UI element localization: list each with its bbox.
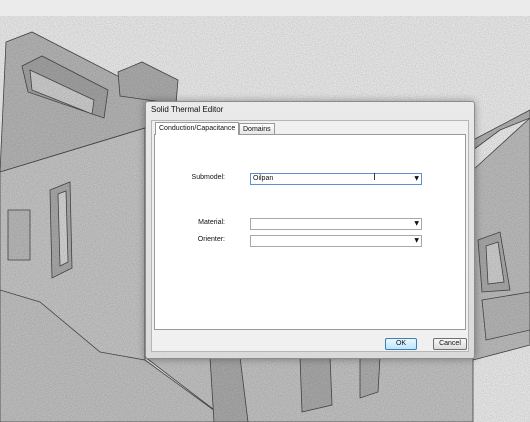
dialog-title: Solid Thermal Editor [151,105,224,114]
chevron-down-icon[interactable]: ▼ [414,236,419,246]
orienter-label: Orienter: [197,236,225,243]
dialog-titlebar[interactable]: Solid Thermal Editor [146,102,474,119]
tab-conduction-capacitance[interactable]: Conduction/Capacitance [155,122,240,135]
solid-thermal-editor-dialog[interactable]: Solid Thermal Editor Conduction/Capacita… [145,101,475,359]
material-label: Material: [198,219,225,226]
dialog-client-area: Conduction/Capacitance Domains Submodel:… [151,120,469,352]
chevron-down-icon[interactable]: ▼ [414,174,419,184]
cancel-button[interactable]: Cancel [433,338,467,350]
material-combobox[interactable]: ▼ [250,218,422,230]
chevron-down-icon[interactable]: ▼ [414,219,419,229]
submodel-label: Submodel: [191,174,225,181]
orienter-combobox[interactable]: ▼ [250,235,422,247]
submodel-value: Oilpan [253,175,274,182]
tab-panel: Submodel: Oilpan ▼ I Material: ▼ Oriente… [154,134,466,330]
text-cursor-icon: I [373,172,376,183]
submodel-combobox[interactable]: Oilpan ▼ [250,173,422,185]
ok-button[interactable]: OK [385,338,417,350]
